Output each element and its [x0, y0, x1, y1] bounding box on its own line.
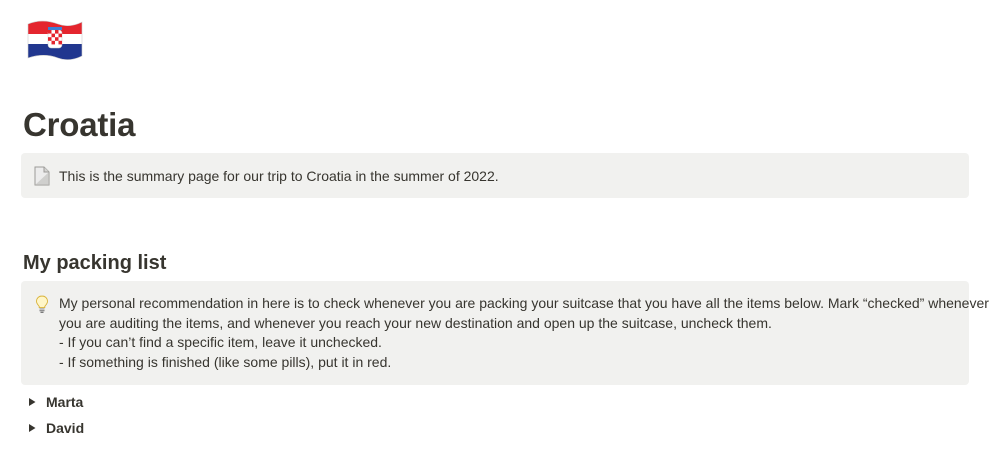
packing-list-heading[interactable]: My packing list: [23, 250, 166, 276]
toggle-david[interactable]: David: [25, 418, 84, 438]
callout-line[interactable]: you are auditing the items, and whenever…: [59, 314, 955, 334]
document-icon[interactable]: [33, 166, 51, 186]
toggle-marta[interactable]: Marta: [25, 392, 83, 412]
toggle-triangle-icon[interactable]: [25, 421, 39, 435]
croatia-flag-icon[interactable]: [26, 18, 84, 62]
packing-callout[interactable]: My personal recommendation in here is to…: [21, 281, 989, 385]
page-title[interactable]: Croatia: [23, 103, 135, 147]
callout-line[interactable]: My personal recommendation in here is to…: [59, 294, 989, 314]
callout-line[interactable]: - If something is finished (like some pi…: [59, 353, 955, 373]
toggle-label: Marta: [46, 394, 84, 410]
summary-callout[interactable]: This is the summary page for our trip to…: [21, 153, 969, 198]
summary-text[interactable]: This is the summary page for our trip to…: [59, 167, 955, 185]
packing-callout-text[interactable]: My personal recommendation in here is to…: [59, 294, 989, 373]
lightbulb-icon[interactable]: [33, 294, 51, 314]
toggle-label: David: [46, 420, 85, 436]
toggle-triangle-icon[interactable]: [25, 395, 39, 409]
callout-line[interactable]: - If you can’t find a specific item, lea…: [59, 333, 955, 353]
